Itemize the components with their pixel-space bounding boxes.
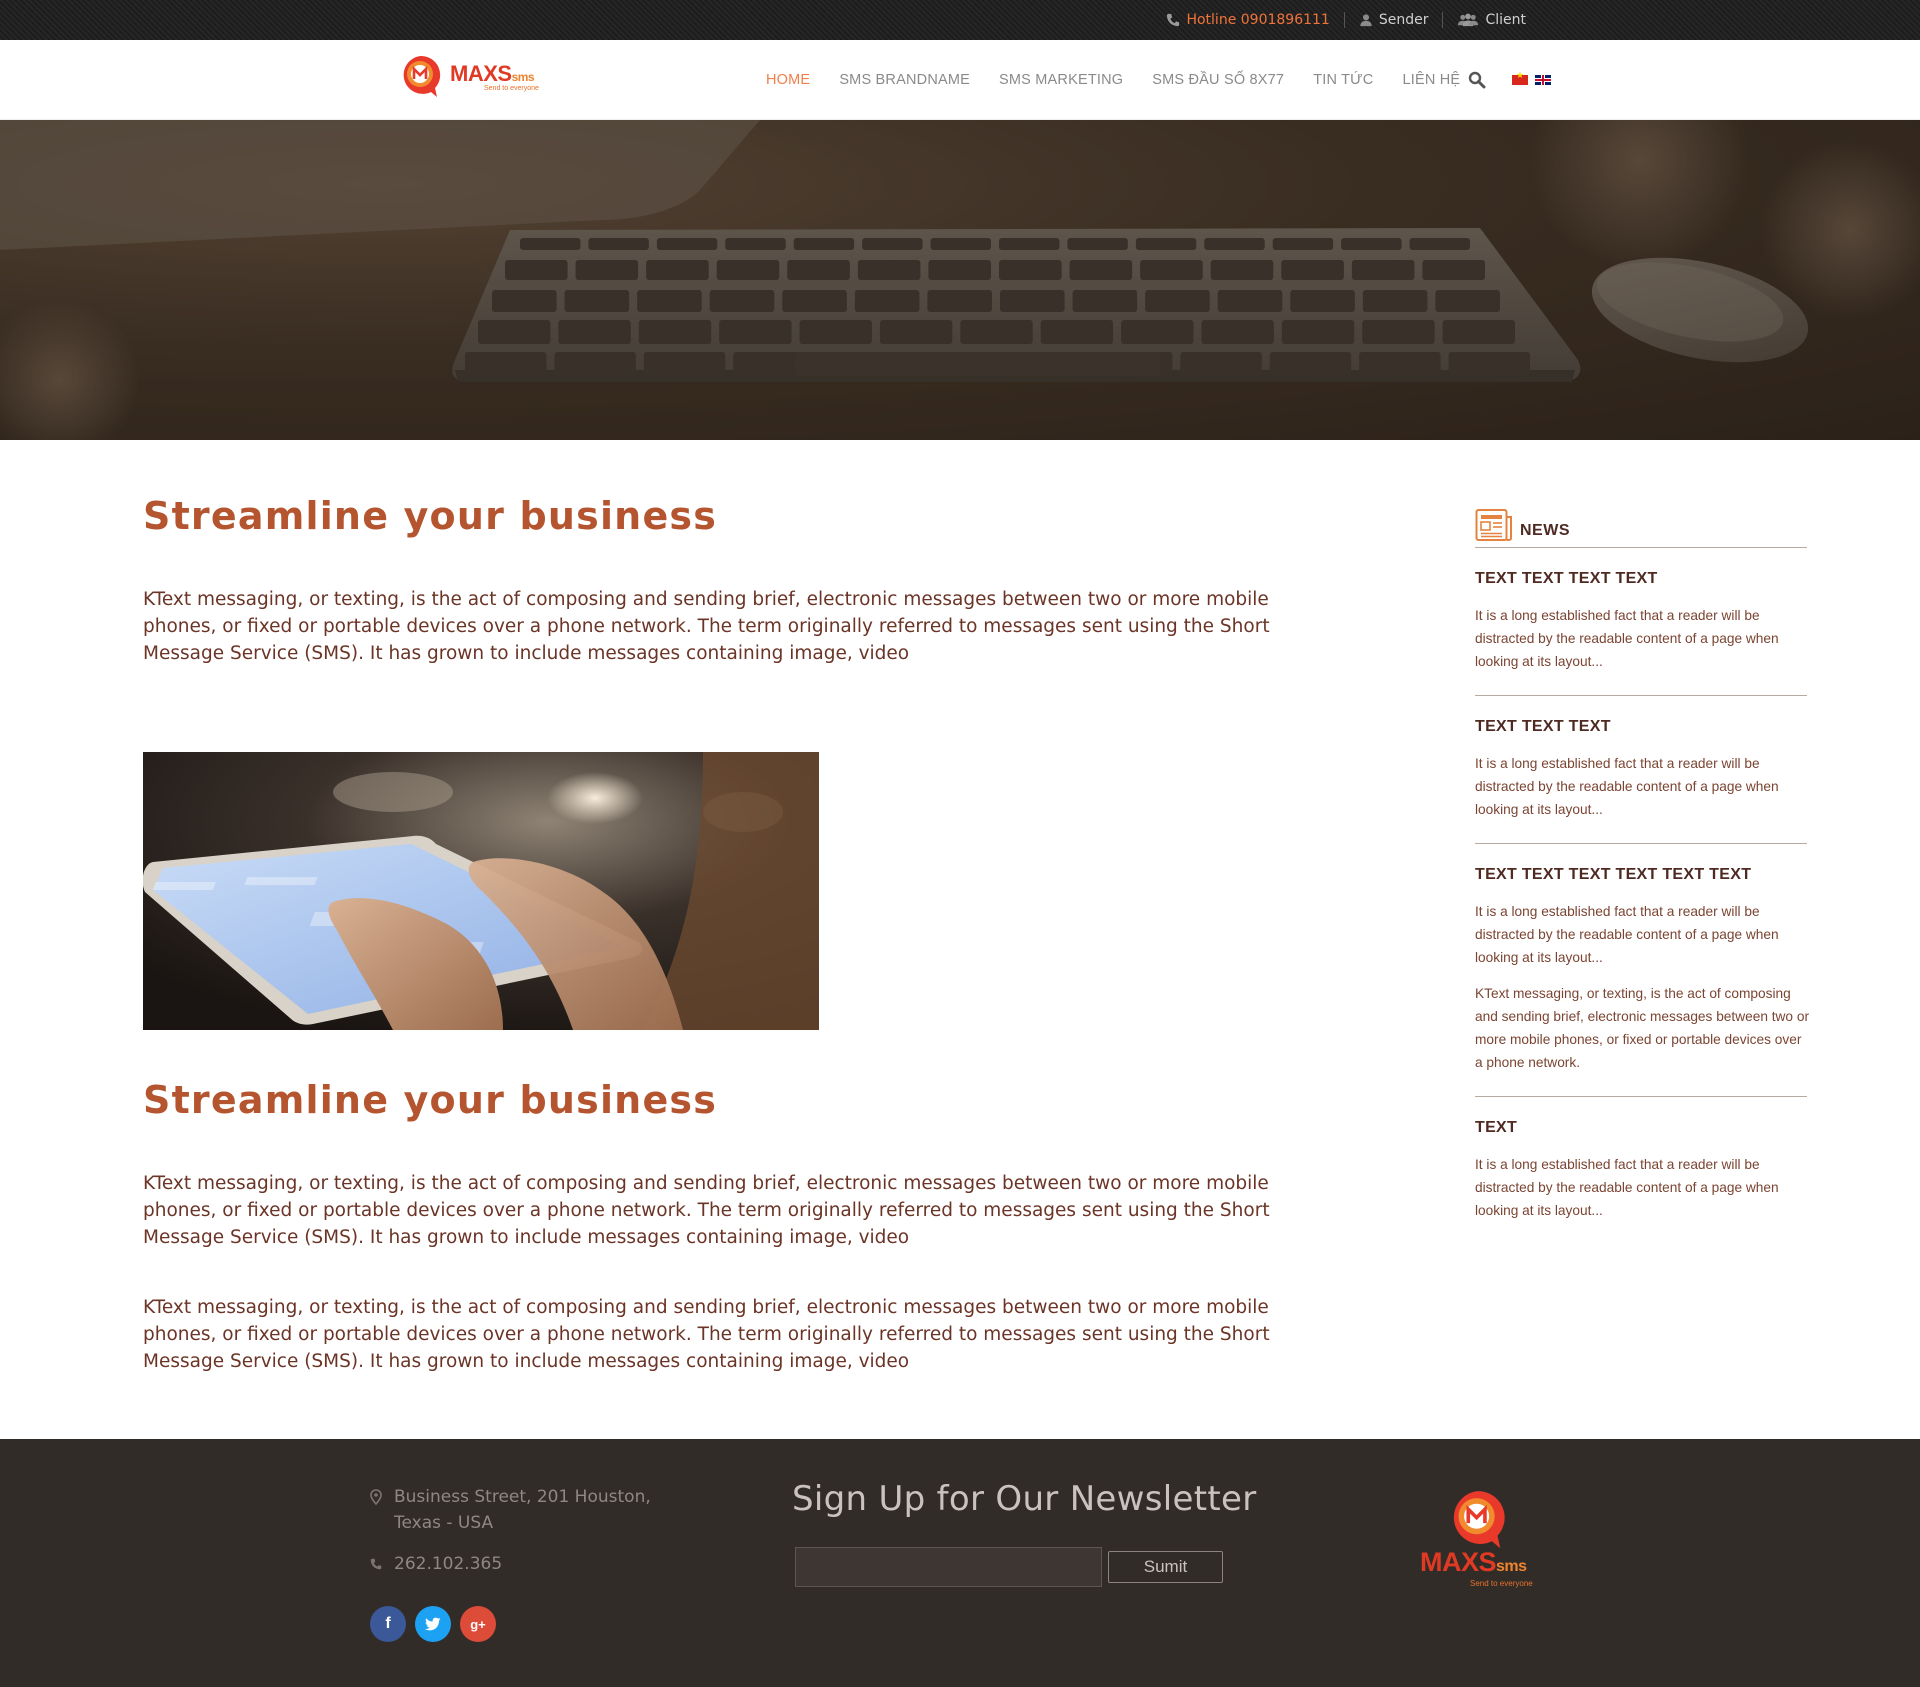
tablet-photo bbox=[143, 752, 819, 1030]
google-plus-icon[interactable]: g+ bbox=[460, 1606, 496, 1642]
address-text: Business Street, 201 Houston, Texas - US… bbox=[394, 1487, 651, 1533]
social-links: f g+ bbox=[370, 1606, 496, 1642]
news-item[interactable]: TEXT TEXT TEXT It is a long established … bbox=[1475, 696, 1807, 844]
news-item-extra-text: KText messaging, or texting, is the act … bbox=[1475, 986, 1810, 1070]
footer-logo: MAXSsms Send to everyone bbox=[1420, 1487, 1552, 1597]
section-paragraph: KText messaging, or texting, is the act … bbox=[143, 1173, 1270, 1248]
newsletter-submit-button[interactable]: Sumit bbox=[1108, 1551, 1223, 1583]
search-button[interactable] bbox=[1468, 71, 1486, 93]
site-header: MAXSsms Send to everyone HOME SMS BRANDN… bbox=[0, 40, 1920, 120]
facebook-icon[interactable]: f bbox=[370, 1606, 406, 1642]
logo-tagline: Send to everyone bbox=[484, 85, 539, 92]
hotline-text: Hotline 0901896111 bbox=[1186, 12, 1330, 28]
user-icon bbox=[1360, 14, 1372, 27]
site-logo[interactable]: MAXSsms Send to everyone bbox=[398, 53, 539, 103]
vietnam-flag-icon[interactable] bbox=[1512, 71, 1528, 85]
twitter-bird-icon bbox=[425, 1617, 441, 1631]
section-paragraph: KText messaging, or texting, is the act … bbox=[143, 1297, 1270, 1372]
top-bar: Hotline 0901896111 Sender Client bbox=[0, 0, 1920, 40]
news-heading: NEWS bbox=[1520, 522, 1570, 539]
nav-sms-dau-so[interactable]: SMS ĐẦU SỐ 8X77 bbox=[1152, 72, 1284, 88]
news-item[interactable]: TEXT TEXT TEXT TEXT TEXT TEXT It is a lo… bbox=[1475, 844, 1809, 1097]
hotline-link[interactable]: Hotline 0901896111 bbox=[1152, 12, 1343, 28]
sender-text: Sender bbox=[1378, 12, 1429, 28]
main-nav: HOME SMS BRANDNAME SMS MARKETING SMS ĐẦU… bbox=[766, 40, 1489, 120]
news-item[interactable]: TEXT TEXT TEXT TEXT It is a long establi… bbox=[1475, 548, 1807, 696]
news-item-excerpt: It is a long established fact that a rea… bbox=[1475, 904, 1779, 965]
nav-sms-marketing[interactable]: SMS MARKETING bbox=[999, 72, 1123, 88]
nav-lien-he[interactable]: LIÊN HỆ bbox=[1402, 72, 1460, 88]
nav-home[interactable]: HOME bbox=[766, 72, 810, 88]
users-icon bbox=[1458, 13, 1479, 27]
footer-logo-tagline: Send to everyone bbox=[1470, 1579, 1533, 1588]
news-item-title[interactable]: TEXT bbox=[1475, 1119, 1807, 1137]
news-item-excerpt: It is a long established fact that a rea… bbox=[1475, 756, 1779, 817]
twitter-icon[interactable] bbox=[415, 1606, 451, 1642]
site-footer: Business Street, 201 Houston, Texas - US… bbox=[0, 1439, 1920, 1687]
sender-link[interactable]: Sender bbox=[1345, 12, 1443, 28]
client-text: Client bbox=[1485, 12, 1526, 28]
logo-main-text: MAXS bbox=[450, 61, 512, 86]
logo-mark-icon bbox=[403, 55, 441, 97]
footer-address: Business Street, 201 Houston, Texas - US… bbox=[370, 1484, 694, 1536]
top-bar-links: Hotline 0901896111 Sender Client bbox=[1152, 0, 1540, 40]
section-title: Streamline your business bbox=[143, 494, 718, 538]
language-switcher bbox=[1512, 71, 1551, 85]
section-title: Streamline your business bbox=[143, 1078, 718, 1122]
news-item-title[interactable]: TEXT TEXT TEXT TEXT TEXT TEXT bbox=[1475, 866, 1807, 884]
news-item-excerpt: It is a long established fact that a rea… bbox=[1475, 1157, 1779, 1218]
news-item-excerpt: It is a long established fact that a rea… bbox=[1475, 608, 1779, 669]
phone-icon bbox=[1167, 13, 1180, 27]
phone-icon bbox=[370, 1558, 382, 1570]
newspaper-icon bbox=[1475, 509, 1512, 541]
news-header: NEWS bbox=[1475, 508, 1807, 548]
news-item-title[interactable]: TEXT TEXT TEXT TEXT bbox=[1475, 570, 1807, 588]
news-item-title[interactable]: TEXT TEXT TEXT bbox=[1475, 718, 1807, 736]
logo-sms-text: sms bbox=[511, 70, 535, 84]
nav-sms-brandname[interactable]: SMS BRANDNAME bbox=[839, 72, 970, 88]
hero-banner bbox=[0, 120, 1920, 440]
news-item[interactable]: TEXT It is a long established fact that … bbox=[1475, 1097, 1807, 1244]
newsletter-email-input[interactable] bbox=[795, 1547, 1102, 1587]
newsletter-title: Sign Up for Our Newsletter bbox=[792, 1479, 1257, 1519]
keyboard-photo bbox=[0, 120, 1920, 440]
news-sidebar: NEWS TEXT TEXT TEXT TEXT It is a long es… bbox=[1475, 508, 1809, 1244]
logo-text: MAXSsms bbox=[450, 61, 535, 87]
map-pin-icon bbox=[370, 1489, 382, 1505]
footer-logo-sms-text: sms bbox=[1496, 1558, 1527, 1575]
section-paragraph: KText messaging, or texting, is the act … bbox=[143, 589, 1270, 664]
uk-flag-icon[interactable] bbox=[1535, 75, 1551, 85]
logo-mark-icon bbox=[1453, 1491, 1505, 1549]
tablet-image bbox=[143, 752, 819, 1030]
footer-phone: 262.102.365 bbox=[370, 1554, 502, 1574]
footer-logo-text: MAXSsms bbox=[1420, 1547, 1527, 1578]
footer-logo-main-text: MAXS bbox=[1420, 1547, 1497, 1577]
phone-text: 262.102.365 bbox=[394, 1554, 503, 1574]
search-icon bbox=[1468, 71, 1486, 89]
nav-tin-tuc[interactable]: TIN TỨC bbox=[1313, 72, 1373, 88]
client-link[interactable]: Client bbox=[1443, 12, 1540, 28]
